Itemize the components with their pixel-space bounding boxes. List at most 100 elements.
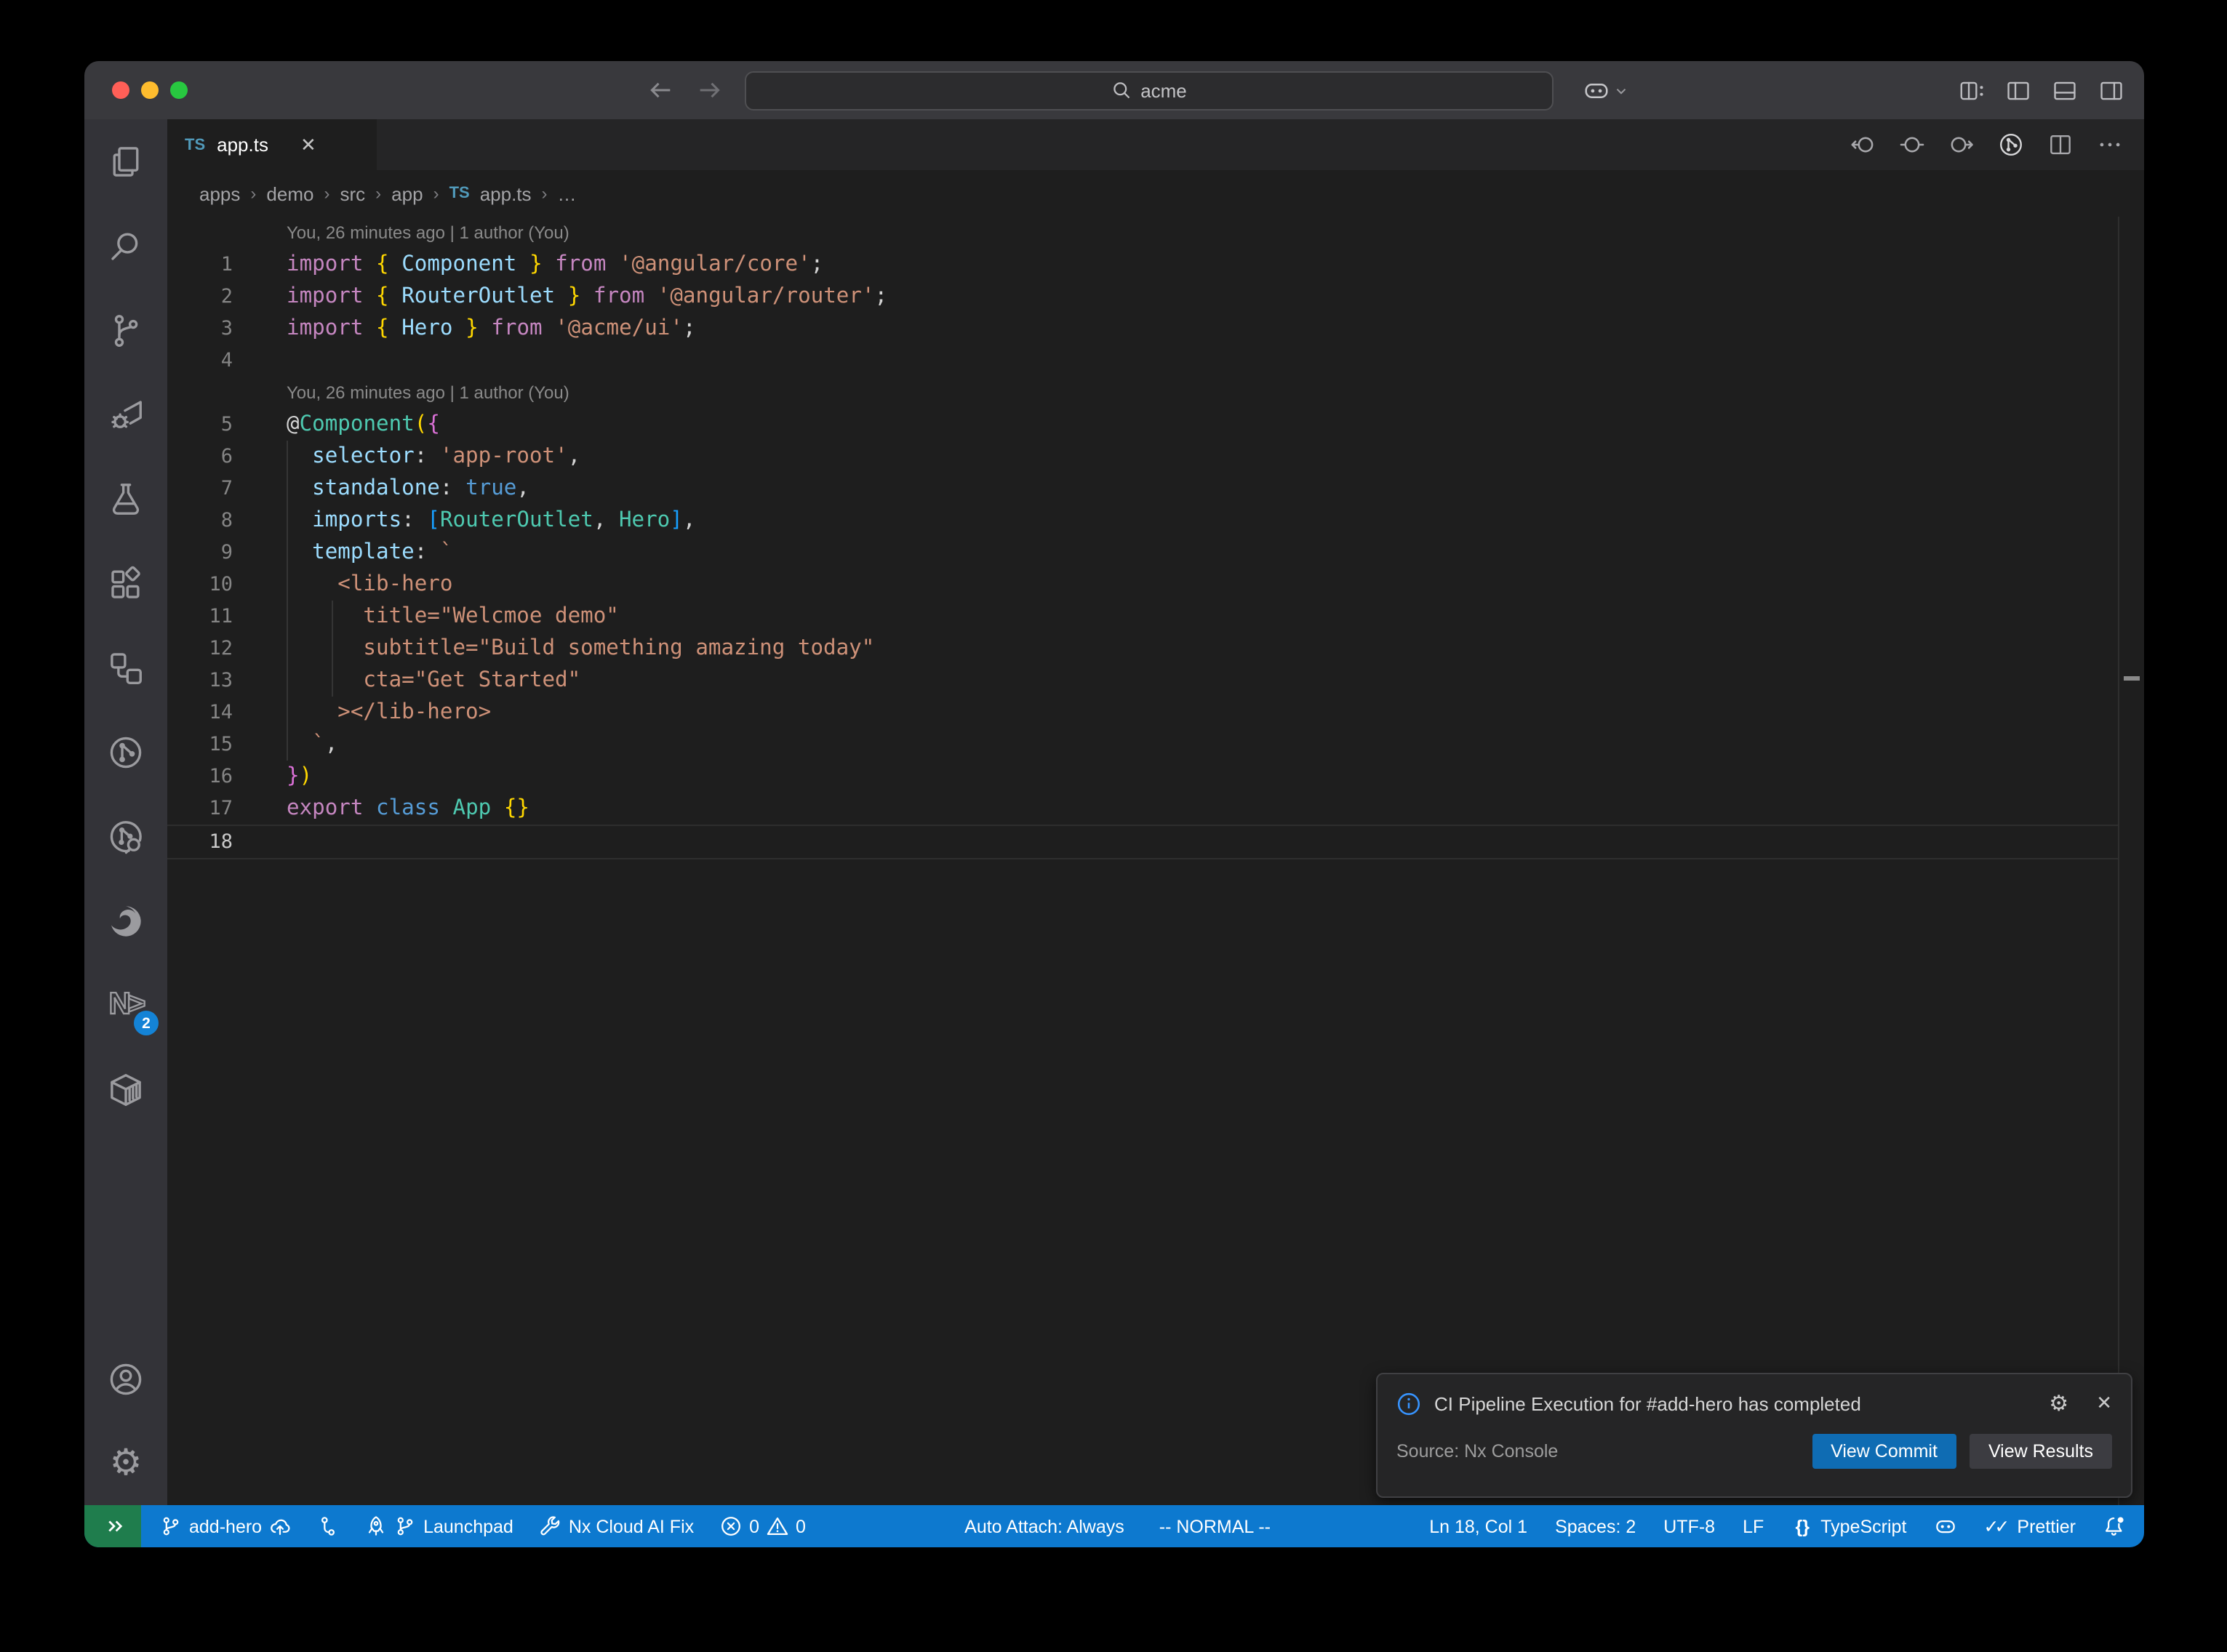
line-number: 13 xyxy=(167,665,233,697)
code-line-6[interactable]: 6 selector: 'app-root', xyxy=(167,441,2119,473)
activity-item-edge-browser[interactable] xyxy=(84,878,167,963)
sidebar-right-icon[interactable] xyxy=(2098,76,2125,104)
notifications-item[interactable] xyxy=(2103,1515,2125,1537)
zoom-window-button[interactable] xyxy=(170,81,188,99)
search-icon xyxy=(106,226,145,265)
line-number: 17 xyxy=(167,793,233,825)
panel-bottom-icon[interactable] xyxy=(2051,76,2079,104)
breadcrumb-separator: › xyxy=(433,183,439,204)
code-line-13[interactable]: 13 cta="Get Started" xyxy=(167,665,2119,697)
nx-circle-bright-icon[interactable] xyxy=(1997,131,2025,159)
code-line-18[interactable]: 18 xyxy=(167,825,2119,859)
view-results-button[interactable]: View Results xyxy=(1970,1434,2112,1469)
code-line-10[interactable]: 10 <lib-hero xyxy=(167,569,2119,601)
titlebar: acme xyxy=(84,61,2144,119)
activity-item-explorer[interactable] xyxy=(84,119,167,204)
activity-item-settings[interactable]: ⚙ xyxy=(84,1421,167,1505)
sidebar-left-icon[interactable] xyxy=(2004,76,2032,104)
prettier-item[interactable]: ✓✓Prettier xyxy=(1983,1515,2076,1537)
activity-item-nx-graph[interactable] xyxy=(84,710,167,794)
tab-app-ts[interactable]: TS app.ts ✕ xyxy=(167,119,377,170)
breadcrumb[interactable]: apps›demo›src›app›TSapp.ts›… xyxy=(167,170,2144,217)
bell-dot-icon xyxy=(2103,1515,2125,1537)
notification-body: Source: Nx Console View Commit View Resu… xyxy=(1378,1416,2131,1469)
line-number: 18 xyxy=(167,826,233,858)
nav-back-icon[interactable] xyxy=(646,76,675,105)
encoding-item[interactable]: UTF-8 xyxy=(1663,1516,1715,1536)
remote-indicator[interactable] xyxy=(84,1505,141,1547)
copilot-item[interactable] xyxy=(1934,1515,1956,1537)
activity-item-extensions[interactable] xyxy=(84,541,167,625)
code-line-15[interactable]: 15 `, xyxy=(167,729,2119,761)
code-line-9[interactable]: 9 template: ` xyxy=(167,537,2119,569)
breadcrumb-separator: › xyxy=(250,183,256,204)
git-branch-item[interactable]: add-hero xyxy=(160,1515,291,1537)
circle-arrow-icon[interactable] xyxy=(1948,131,1975,159)
activity-item-containers[interactable] xyxy=(84,1047,167,1131)
breadcrumb-item-demo[interactable]: demo xyxy=(266,183,313,204)
close-window-button[interactable] xyxy=(112,81,129,99)
activity-item-nx-console[interactable]: N>2 xyxy=(84,963,167,1047)
nav-forward-icon[interactable] xyxy=(695,76,724,105)
code-line-8[interactable]: 8 imports: [RouterOutlet, Hero], xyxy=(167,505,2119,537)
activity-item-project-hierarchy[interactable] xyxy=(84,625,167,710)
breadcrumb-item-src[interactable]: src xyxy=(340,183,365,204)
code-line-14[interactable]: 14 ></lib-hero> xyxy=(167,697,2119,729)
language-item[interactable]: {}TypeScript xyxy=(1791,1515,1906,1537)
code-line-2[interactable]: 2import { RouterOutlet } from '@angular/… xyxy=(167,281,2119,313)
code-line-4[interactable]: 4 xyxy=(167,345,2119,377)
line-number: 9 xyxy=(167,537,233,569)
problems-item[interactable]: 00 xyxy=(720,1515,806,1537)
notification-source: Source: Nx Console xyxy=(1396,1441,1812,1461)
activity-item-testing[interactable] xyxy=(84,457,167,541)
code-line-17[interactable]: 17export class App {} xyxy=(167,793,2119,825)
cursor-position-item[interactable]: Ln 18, Col 1 xyxy=(1429,1516,1527,1536)
split-editor-icon[interactable] xyxy=(2047,131,2074,159)
eol-item[interactable]: LF xyxy=(1743,1516,1764,1536)
auto-attach-item[interactable]: Auto Attach: Always xyxy=(964,1516,1124,1536)
search-icon xyxy=(1111,80,1132,100)
nx-cloud-ai-fix-item[interactable]: Nx Cloud AI Fix xyxy=(540,1515,694,1537)
code-line-12[interactable]: 12 subtitle="Build something amazing tod… xyxy=(167,633,2119,665)
wrench-icon xyxy=(540,1515,561,1537)
activity-bar: N>2 ⚙ xyxy=(84,119,167,1505)
activity-item-run-and-debug[interactable] xyxy=(84,372,167,457)
ts-badge-icon: TS xyxy=(449,185,470,202)
code-line-1[interactable]: 1import { Component } from '@angular/cor… xyxy=(167,249,2119,281)
back-circle-icon[interactable] xyxy=(1849,131,1876,159)
code-line-16[interactable]: 16}) xyxy=(167,761,2119,793)
indentation-item[interactable]: Spaces: 2 xyxy=(1555,1516,1636,1536)
command-center-search[interactable]: acme xyxy=(745,71,1554,110)
code-editor[interactable]: You, 26 minutes ago | 1 author (You)1imp… xyxy=(167,217,2119,1505)
code-line-11[interactable]: 11 title="Welcmoe demo" xyxy=(167,601,2119,633)
view-commit-button[interactable]: View Commit xyxy=(1812,1434,1956,1469)
screen: acme N>2⚙ TS app.ts ✕ apps›demo›sr xyxy=(0,0,2227,1652)
tab-close-icon[interactable]: ✕ xyxy=(300,133,316,156)
overview-ruler[interactable] xyxy=(2118,217,2144,1505)
extensions-icon xyxy=(106,564,145,603)
minimize-window-button[interactable] xyxy=(141,81,159,99)
breadcrumb-item-apps[interactable]: apps xyxy=(199,183,240,204)
testing-icon xyxy=(106,479,145,518)
layout-icon[interactable] xyxy=(1958,76,1986,104)
code-line-5[interactable]: 5@Component({ xyxy=(167,409,2119,441)
breadcrumb-item-app[interactable]: app xyxy=(391,183,423,204)
breadcrumb-item-appts[interactable]: app.ts xyxy=(480,183,532,204)
files-icon xyxy=(106,142,145,181)
line-number: 12 xyxy=(167,633,233,665)
breadcrumb-item-[interactable]: … xyxy=(558,183,577,204)
launchpad-item[interactable]: Launchpad xyxy=(365,1515,513,1537)
notification-close-icon[interactable]: ✕ xyxy=(2096,1392,2112,1415)
vim-mode-item[interactable]: -- NORMAL -- xyxy=(1159,1516,1271,1536)
circle-line-icon[interactable] xyxy=(1898,131,1926,159)
activity-item-nx-graph-search[interactable] xyxy=(84,794,167,878)
ellipsis-icon[interactable] xyxy=(2096,131,2124,159)
code-line-7[interactable]: 7 standalone: true, xyxy=(167,473,2119,505)
activity-item-search[interactable] xyxy=(84,204,167,288)
copilot-menu[interactable] xyxy=(1583,76,1629,104)
activity-item-source-control[interactable] xyxy=(84,288,167,372)
notification-settings-icon[interactable]: ⚙ xyxy=(2049,1390,2068,1416)
pipeline-item[interactable] xyxy=(317,1515,339,1537)
activity-item-accounts[interactable] xyxy=(84,1336,167,1421)
code-line-3[interactable]: 3import { Hero } from '@acme/ui'; xyxy=(167,313,2119,345)
